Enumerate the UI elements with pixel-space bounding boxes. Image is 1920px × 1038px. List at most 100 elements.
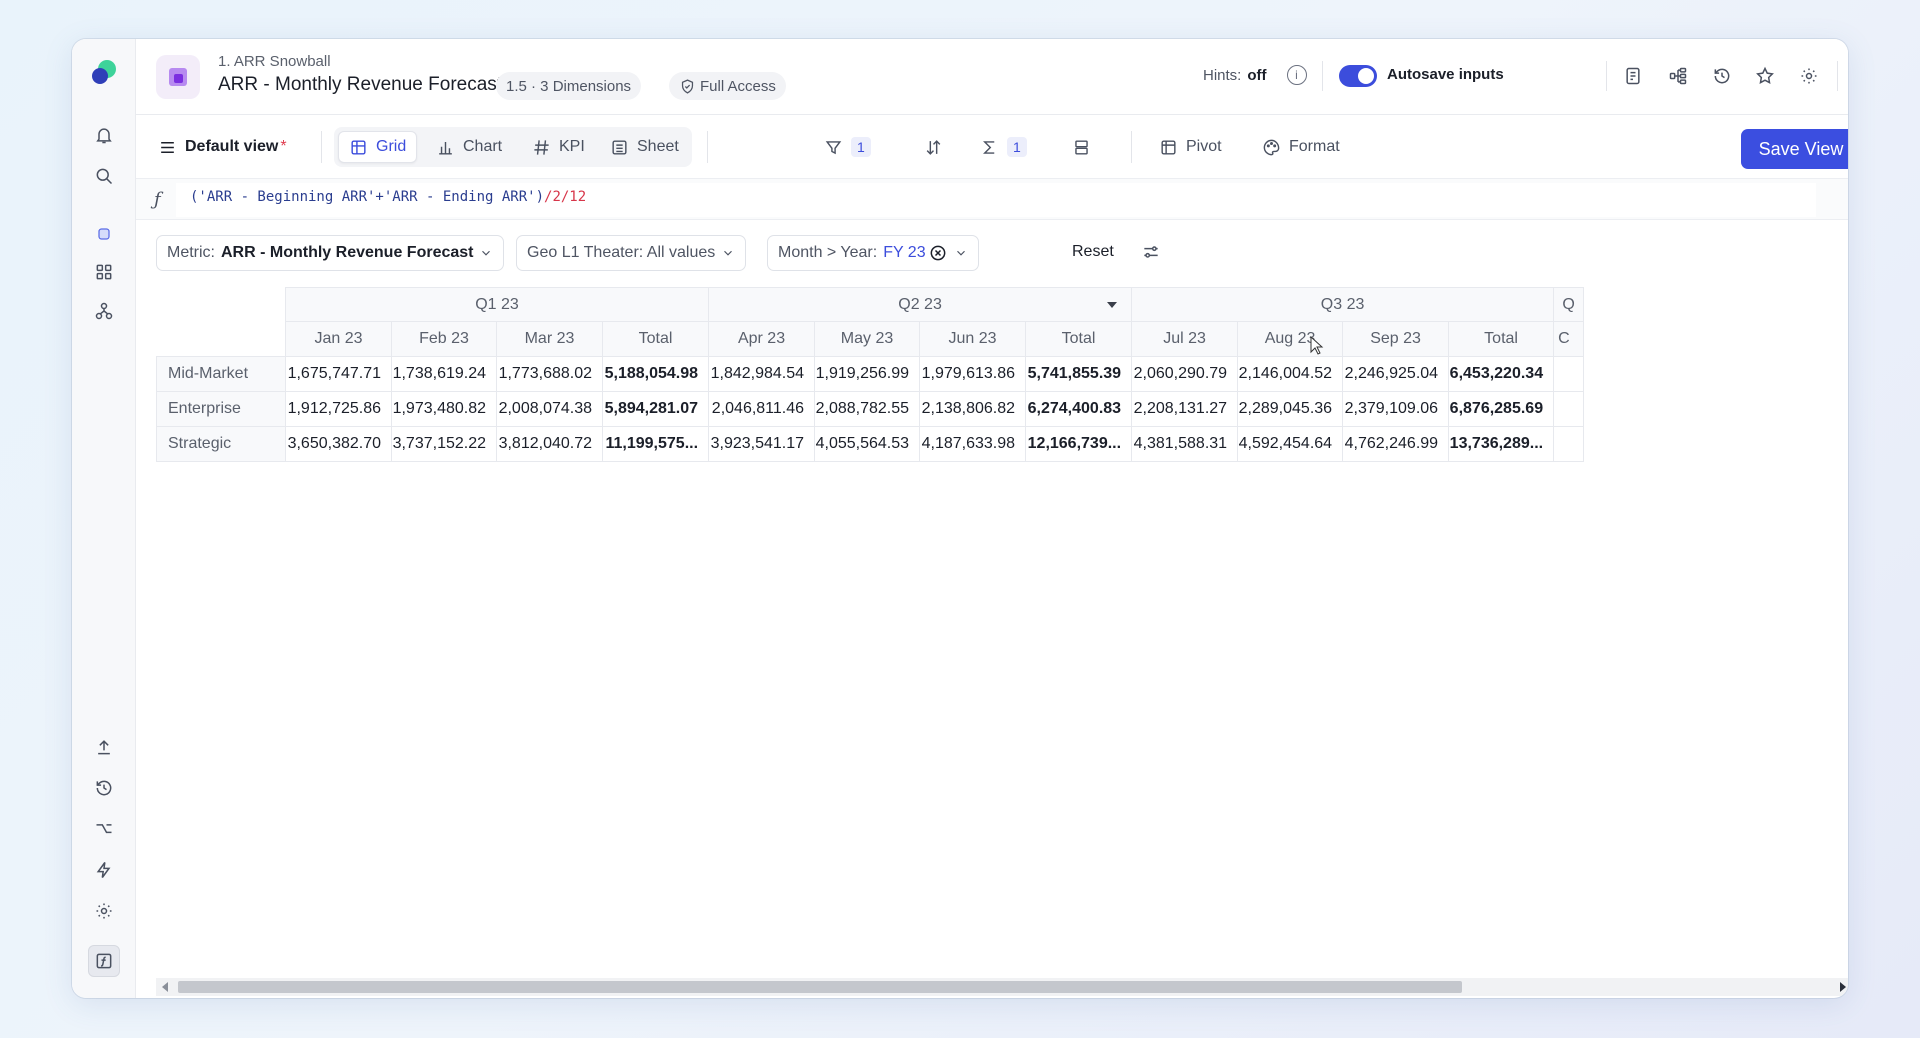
format-button[interactable]: Format: [1252, 129, 1350, 165]
month-header[interactable]: Jan 23: [285, 321, 392, 357]
quarter-total-header[interactable]: Total: [601, 321, 710, 357]
total-cell[interactable]: 12,166,739...: [1025, 426, 1133, 462]
total-cell[interactable]: 13,736,289...: [1448, 426, 1555, 462]
value-cell[interactable]: 2,060,290.79: [1131, 356, 1239, 392]
month-header[interactable]: Feb 23: [391, 321, 497, 357]
value-cell[interactable]: 1,842,984.54: [708, 356, 816, 392]
scroll-right-icon[interactable]: [1840, 982, 1846, 992]
network-icon[interactable]: [88, 295, 120, 327]
total-cell[interactable]: 6,453,220.34: [1448, 356, 1555, 392]
value-cell[interactable]: 4,762,246.99: [1342, 426, 1450, 462]
tab-sheet[interactable]: Sheet: [600, 129, 689, 165]
value-cell[interactable]: 2,046,811.46: [708, 391, 816, 427]
dimensions-pill[interactable]: 1.5 · 3 Dimensions: [496, 72, 642, 100]
history-icon[interactable]: [1709, 63, 1735, 89]
hierarchy-icon[interactable]: [1665, 63, 1691, 89]
value-cell[interactable]: 2,289,045.36: [1237, 391, 1344, 427]
tab-kpi[interactable]: KPI: [522, 129, 595, 165]
lightning-icon[interactable]: [88, 854, 120, 886]
month-header[interactable]: Jul 23: [1131, 321, 1239, 357]
app-logo[interactable]: [89, 58, 119, 88]
value-cell[interactable]: [1553, 426, 1585, 462]
sort-button[interactable]: [914, 129, 953, 165]
view-selector[interactable]: Default view *: [148, 129, 297, 165]
value-cell[interactable]: 1,675,747.71: [285, 356, 392, 392]
total-cell[interactable]: 5,741,855.39: [1025, 356, 1133, 392]
caret-down-icon[interactable]: [1107, 302, 1118, 308]
value-cell[interactable]: 1,979,613.86: [919, 356, 1027, 392]
tab-chart[interactable]: Chart: [426, 129, 512, 165]
quarter-total-header[interactable]: Total: [1448, 321, 1555, 357]
quarter-header[interactable]: Q2 23: [708, 287, 1133, 322]
total-cell[interactable]: 6,274,400.83: [1025, 391, 1133, 427]
formula-expression[interactable]: ('ARR - Beginning ARR'+'ARR - Ending ARR…: [190, 189, 586, 211]
sliders-icon[interactable]: [1138, 239, 1164, 265]
pivot-button[interactable]: Pivot: [1149, 129, 1232, 165]
row-header[interactable]: Enterprise: [156, 391, 286, 427]
autosave-toggle[interactable]: [1339, 65, 1377, 87]
total-cell[interactable]: 6,876,285.69: [1448, 391, 1555, 427]
value-cell[interactable]: 4,381,588.31: [1131, 426, 1239, 462]
value-cell[interactable]: 2,246,925.04: [1342, 356, 1450, 392]
geo-filter[interactable]: Geo L1 Theater: All values: [516, 235, 747, 271]
info-icon[interactable]: i: [1286, 65, 1307, 85]
month-header[interactable]: Jun 23: [919, 321, 1027, 357]
value-cell[interactable]: 3,923,541.17: [708, 426, 816, 462]
row-header[interactable]: Mid-Market: [156, 356, 286, 392]
month-header[interactable]: Sep 23: [1342, 321, 1450, 357]
value-cell[interactable]: [1553, 356, 1585, 392]
total-cell[interactable]: 11,199,575...: [601, 426, 710, 462]
formula-icon[interactable]: [88, 945, 120, 977]
filter-button[interactable]: 1: [814, 129, 881, 165]
star-icon[interactable]: [1752, 63, 1778, 89]
value-cell[interactable]: 2,088,782.55: [814, 391, 921, 427]
aggregate-button[interactable]: 1: [970, 129, 1037, 165]
value-cell[interactable]: 3,650,382.70: [285, 426, 392, 462]
quarter-header[interactable]: Q1 23: [284, 287, 710, 322]
value-cell[interactable]: [1553, 391, 1585, 427]
upload-icon[interactable]: [88, 731, 120, 763]
value-cell[interactable]: 1,973,480.82: [391, 391, 497, 427]
value-cell[interactable]: 1,912,725.86: [285, 391, 392, 427]
month-header[interactable]: Aug 23: [1237, 321, 1344, 357]
rows-button[interactable]: [1062, 129, 1101, 165]
value-cell[interactable]: 3,737,152.22: [391, 426, 497, 462]
settings-icon[interactable]: [1796, 63, 1822, 89]
search-icon[interactable]: [88, 160, 120, 192]
value-cell[interactable]: 1,738,619.24: [391, 356, 497, 392]
bell-icon[interactable]: [88, 119, 120, 151]
total-cell[interactable]: 5,894,281.07: [601, 391, 710, 427]
document-icon[interactable]: [1620, 63, 1646, 89]
access-pill[interactable]: Full Access: [669, 72, 786, 100]
scroll-left-icon[interactable]: [162, 982, 168, 992]
row-header[interactable]: Strategic: [156, 426, 286, 462]
value-cell[interactable]: 3,812,040.72: [496, 426, 603, 462]
month-header[interactable]: May 23: [814, 321, 921, 357]
total-cell[interactable]: 5,188,054.98: [601, 356, 710, 392]
history-icon[interactable]: [88, 772, 120, 804]
quarter-header[interactable]: Q: [1553, 287, 1585, 322]
branch-icon[interactable]: [88, 813, 120, 845]
settings-icon[interactable]: [88, 895, 120, 927]
quarter-header[interactable]: Q3 23: [1131, 287, 1555, 322]
breadcrumb[interactable]: 1. ARR Snowball: [218, 53, 331, 70]
metric-filter[interactable]: Metric: ARR - Monthly Revenue Forecast: [156, 235, 505, 271]
hints-control[interactable]: Hints: off i: [1203, 65, 1307, 85]
month-header[interactable]: C: [1553, 321, 1585, 357]
month-header[interactable]: Mar 23: [496, 321, 603, 357]
value-cell[interactable]: 4,592,454.64: [1237, 426, 1344, 462]
horizontal-scrollbar[interactable]: [156, 978, 1848, 996]
tab-grid[interactable]: Grid: [338, 131, 418, 163]
month-header[interactable]: Apr 23: [708, 321, 816, 357]
value-cell[interactable]: 2,138,806.82: [919, 391, 1027, 427]
value-cell[interactable]: 1,919,256.99: [814, 356, 921, 392]
quarter-total-header[interactable]: Total: [1025, 321, 1133, 357]
clear-circle-icon[interactable]: [928, 243, 948, 263]
value-cell[interactable]: 2,379,109.06: [1342, 391, 1450, 427]
value-cell[interactable]: 1,773,688.02: [496, 356, 603, 392]
scrollbar-thumb[interactable]: [178, 981, 1462, 993]
apps-grid-icon[interactable]: [88, 256, 120, 288]
save-view-button[interactable]: Save View: [1741, 129, 1848, 169]
value-cell[interactable]: 2,008,074.38: [496, 391, 603, 427]
model-icon[interactable]: [88, 218, 120, 250]
